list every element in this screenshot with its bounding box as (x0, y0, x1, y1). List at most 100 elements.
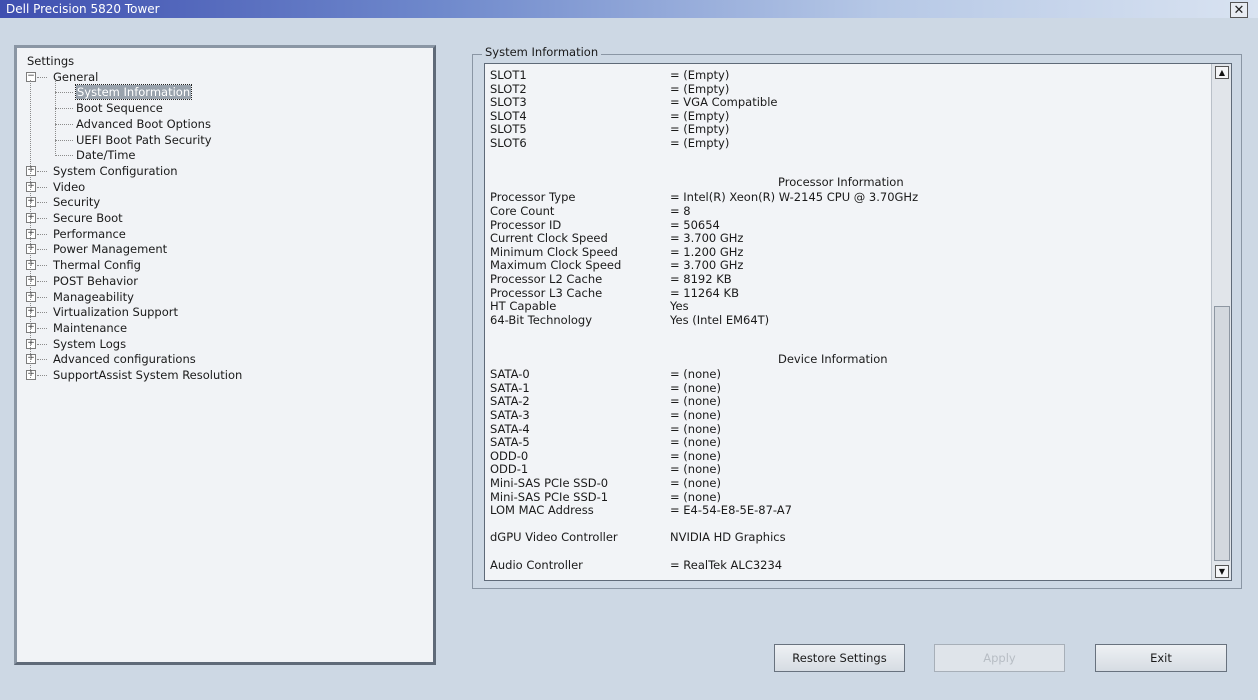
tree-connector (37, 280, 47, 282)
section-heading-processor-information: Processor Information (778, 174, 904, 189)
info-label: Mini-SAS PCIe SSD-0 (490, 476, 609, 490)
arrow-up-icon: ▲ (1218, 68, 1226, 77)
tree-item-boot-sequence[interactable]: Boot Sequence (76, 101, 163, 115)
tree-connector (55, 139, 73, 141)
info-label: Processor ID (490, 217, 562, 232)
tree-connector (30, 79, 31, 378)
tree-item-supportassist-system-resolution[interactable]: SupportAssist System Resolution (53, 368, 242, 382)
info-label: SATA-0 (490, 367, 530, 382)
tree-item-power-management[interactable]: Power Management (53, 242, 167, 256)
tree-item-system-information[interactable]: System Information (74, 84, 193, 101)
tree-connector (37, 265, 47, 267)
expand-icon[interactable]: + (26, 181, 36, 192)
info-label: 64-Bit Technology (490, 312, 593, 327)
expand-icon[interactable]: + (26, 165, 36, 176)
expand-icon[interactable]: + (26, 354, 36, 365)
expand-icon[interactable]: + (26, 275, 36, 286)
tree-item-performance[interactable]: Performance (53, 227, 126, 241)
tree-connector (55, 92, 73, 94)
info-value: = (none) (670, 367, 721, 382)
info-value: = (Empty) (670, 68, 730, 82)
info-value: = 1.200 GHz (670, 244, 744, 259)
info-value: = (none) (670, 380, 721, 395)
tree-item-advanced-configurations[interactable]: Advanced configurations (53, 352, 196, 366)
expand-icon[interactable]: + (26, 213, 36, 223)
tree-item-system-configuration[interactable]: System Configuration (53, 164, 178, 178)
tree-connector (37, 327, 47, 329)
tree-item-virtualization-support[interactable]: Virtualization Support (53, 305, 178, 319)
tree-connector (37, 375, 47, 376)
tree-item-security[interactable]: Security (53, 195, 100, 209)
expand-icon[interactable]: + (26, 307, 36, 318)
vertical-scrollbar[interactable]: ▲ ▼ (1211, 64, 1231, 580)
tree-connector (37, 76, 47, 78)
info-value: = (Empty) (670, 122, 730, 137)
tree-connector (37, 170, 47, 172)
info-label: dGPU Video Controller (490, 530, 618, 545)
info-label: Minimum Clock Speed (490, 244, 618, 259)
info-label: Audio Controller (490, 557, 583, 572)
close-button[interactable]: ✕ (1230, 2, 1248, 18)
expand-icon[interactable]: + (26, 260, 36, 271)
info-label: Processor L2 Cache (490, 272, 603, 286)
info-value: = (none) (670, 448, 721, 463)
expand-icon[interactable]: + (26, 322, 36, 333)
collapse-icon[interactable]: − (26, 71, 36, 82)
apply-button[interactable]: Apply (934, 644, 1065, 672)
tree-item-video[interactable]: Video (53, 180, 85, 194)
tree-connector (37, 296, 47, 298)
info-label: SLOT2 (490, 81, 527, 96)
tree-root-label: Settings (27, 54, 75, 68)
tree-connector (37, 202, 47, 204)
tree-item-general[interactable]: General (53, 70, 98, 84)
info-value: = (Empty) (670, 136, 730, 150)
tree-item-advanced-boot-options[interactable]: Advanced Boot Options (76, 117, 211, 131)
info-label: SATA-5 (490, 435, 530, 450)
info-value: = RealTek ALC3234 (670, 557, 783, 572)
info-label: Mini-SAS PCIe SSD-1 (490, 489, 609, 504)
restore-settings-button[interactable]: Restore Settings (774, 644, 905, 672)
info-label: SLOT4 (490, 108, 527, 123)
tree-connector (37, 186, 47, 188)
info-label: ODD-1 (490, 462, 529, 477)
close-icon: ✕ (1233, 3, 1245, 18)
tree-item-uefi-boot-path-security[interactable]: UEFI Boot Path Security (76, 133, 212, 147)
title-bar: Dell Precision 5820 Tower ✕ (0, 0, 1258, 18)
scroll-up-button[interactable]: ▲ (1215, 66, 1229, 79)
info-value: Yes (670, 299, 689, 314)
info-label: SATA-3 (490, 408, 530, 422)
tree-item-maintenance[interactable]: Maintenance (53, 321, 127, 335)
expand-icon[interactable]: + (26, 370, 36, 380)
exit-button[interactable]: Exit (1095, 644, 1227, 672)
info-value: = 3.700 GHz (670, 258, 744, 273)
tree-item-post-behavior[interactable]: POST Behavior (53, 274, 138, 288)
tree-connector (37, 218, 47, 219)
tree-connector (37, 359, 47, 361)
expand-icon[interactable]: + (26, 338, 36, 349)
expand-icon[interactable]: + (26, 197, 36, 208)
info-label: SLOT6 (490, 136, 527, 150)
info-value: = (Empty) (670, 108, 730, 123)
tree-item-date-time[interactable]: Date/Time (76, 148, 136, 162)
info-value: = (none) (670, 462, 721, 477)
info-label: SATA-4 (490, 421, 530, 436)
info-label: SATA-2 (490, 394, 530, 409)
tree-item-manageability[interactable]: Manageability (53, 290, 134, 304)
expand-icon[interactable]: + (26, 291, 36, 302)
tree-item-secure-boot[interactable]: Secure Boot (53, 211, 123, 225)
tree-item-system-logs[interactable]: System Logs (53, 337, 126, 351)
expand-icon[interactable]: + (26, 244, 36, 255)
system-information-list: SLOT1 = (Empty) SLOT2 = (Empty) SLOT3 = VGA C… (484, 63, 1232, 581)
info-value: = (none) (670, 476, 721, 490)
tree-item-thermal-config[interactable]: Thermal Config (53, 258, 141, 272)
tree-connector (55, 123, 73, 125)
expand-icon[interactable]: + (26, 228, 36, 239)
info-label: SATA-1 (490, 380, 530, 395)
scroll-down-button[interactable]: ▼ (1215, 565, 1229, 578)
info-label: SLOT1 (490, 68, 527, 82)
info-label: Processor Type (490, 190, 576, 205)
info-label: SLOT5 (490, 122, 527, 137)
selected-highlight: System Information (74, 84, 193, 101)
info-value: = (Empty) (670, 81, 730, 96)
scroll-thumb[interactable] (1214, 306, 1230, 561)
